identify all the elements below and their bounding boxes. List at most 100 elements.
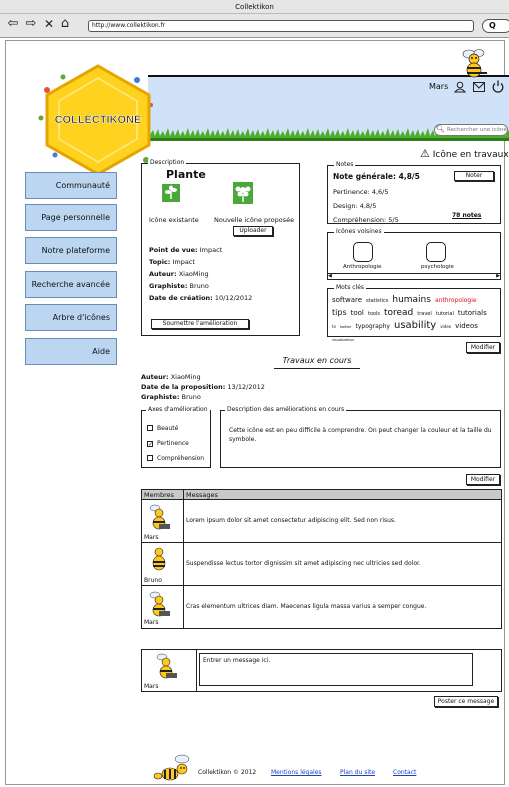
keyword-tag[interactable]: tutorial xyxy=(436,308,454,320)
power-icon[interactable] xyxy=(492,80,504,93)
bee-avatar-icon xyxy=(156,653,177,679)
mail-icon[interactable] xyxy=(473,82,485,92)
desc-legend: Description des améliorations en cours xyxy=(225,406,347,414)
keyword-tag[interactable]: tips xyxy=(332,307,347,319)
keyword-tag[interactable]: videos xyxy=(455,320,478,332)
neighbors-legend: Icônes voisines xyxy=(334,228,384,236)
tag-cloud: software statistics humains anthropologie ti… xyxy=(332,294,498,346)
browser-search-field[interactable]: Q xyxy=(482,19,509,33)
notes-legend: Notes xyxy=(334,161,356,169)
horizontal-scrollbar[interactable]: ◀ ▶ xyxy=(328,273,500,279)
proposal-graphist: Graphiste: Bruno xyxy=(141,393,201,401)
message-text: Lorem ipsum dolor sit amet consectetur a… xyxy=(186,517,396,524)
url-bar[interactable]: http://www.collektikon.fr xyxy=(88,20,474,32)
keyword-tag[interactable]: tv xyxy=(332,321,336,333)
keyword-tag[interactable]: software xyxy=(332,294,362,306)
keyword-tag[interactable]: twitter xyxy=(340,321,352,333)
messages-table: Membres Messages Mars Lorem ipsum dolor … xyxy=(141,489,502,629)
member-name[interactable]: Mars xyxy=(144,534,158,541)
modify-proposal-button[interactable]: Modifier xyxy=(466,474,500,485)
description-legend: Description xyxy=(148,159,187,167)
sidebar-item-aide[interactable]: Aide xyxy=(25,338,117,365)
description-fields: Point de vue: Impact Topic: Impact Auteu… xyxy=(149,244,252,304)
keywords-panel: Mots clés software statistics humains anthr… xyxy=(327,284,501,342)
member-name[interactable]: Bruno xyxy=(144,577,162,584)
message-input[interactable]: Entrer un message ici. xyxy=(199,653,473,686)
keyword-tag[interactable]: tool xyxy=(351,307,364,319)
checkbox-comprehension[interactable] xyxy=(147,455,153,461)
upload-button[interactable]: Uploader xyxy=(233,226,273,236)
work-in-progress-title: Travaux en cours xyxy=(274,356,360,369)
existing-plant-icon xyxy=(162,184,180,202)
user-icon[interactable] xyxy=(454,81,466,93)
warning-icon: ⚠ xyxy=(420,147,430,160)
sidebar-item-recherche-avancee[interactable]: Recherche avancée xyxy=(25,271,117,298)
checkbox-beaute[interactable] xyxy=(147,425,153,431)
bee-avatar-icon xyxy=(149,504,170,530)
forward-arrow-icon[interactable]: ⇨ xyxy=(24,17,38,31)
checkbox-pertinence[interactable]: ✓ xyxy=(147,441,153,448)
ratings-count-link[interactable]: 78 notes xyxy=(452,212,481,219)
neighbor-icon-anthropologie[interactable] xyxy=(353,242,373,262)
field-point-de-vue: Point de vue: Impact xyxy=(149,246,223,254)
existing-icon-label: Icône existante xyxy=(149,216,199,224)
neighbor-label-psychologie: psychologie xyxy=(421,264,454,270)
window-title: Collektikon xyxy=(0,0,509,14)
user-name[interactable]: Mars xyxy=(429,82,448,91)
footer-link-legal[interactable]: Mentions légales xyxy=(271,769,322,776)
keyword-tag[interactable]: tools xyxy=(368,308,380,320)
keyword-tag[interactable]: toread xyxy=(384,307,413,319)
footer-link-contact[interactable]: Contact xyxy=(393,769,416,776)
axis-pertinence[interactable]: ✓ Pertinence xyxy=(147,436,204,451)
sidebar-item-arbre-icones[interactable]: Arbre d'icônes xyxy=(25,304,117,331)
post-message-button[interactable]: Poster ce message xyxy=(434,696,498,707)
scroll-left-icon[interactable]: ◀ xyxy=(328,273,332,279)
table-header: Membres Messages xyxy=(142,490,501,500)
axes-list: Beauté ✓ Pertinence Compréhension xyxy=(147,421,204,466)
compose-member-name: Mars xyxy=(144,683,159,690)
keyword-tag[interactable]: humains xyxy=(392,294,431,306)
keyword-tag[interactable]: typography xyxy=(355,321,390,333)
proposed-icon-label: Nouvelle icône proposée xyxy=(214,216,295,224)
proposal-date: Date de la proposition: 13/12/2012 xyxy=(141,383,265,391)
axis-beaute[interactable]: Beauté xyxy=(147,421,204,436)
keyword-tag[interactable]: visualization xyxy=(332,334,354,346)
sidebar-item-plateforme[interactable]: Notre plateforme xyxy=(25,237,117,264)
bee-avatar-icon xyxy=(152,547,166,571)
home-icon[interactable]: ⌂ xyxy=(58,17,72,31)
keyword-tag[interactable]: tutorials xyxy=(458,307,487,319)
bee-mascot-icon xyxy=(462,49,487,78)
member-name[interactable]: Mars xyxy=(144,619,158,626)
column-messages: Messages xyxy=(186,491,218,499)
rating-design: Design: 4,8/5 xyxy=(333,202,377,210)
table-row: Mars Cras elementum ultrices diam. Maece… xyxy=(142,587,501,628)
axis-comprehension[interactable]: Compréhension xyxy=(147,451,204,466)
modify-description-button[interactable]: Modifier xyxy=(466,342,500,353)
proposal-meta: Auteur: XiaoMing Date de la proposition:… xyxy=(141,372,265,402)
improvement-axes-panel: Axes d'amélioration Beauté ✓ Pertinence C… xyxy=(141,406,211,468)
axes-legend: Axes d'amélioration xyxy=(146,406,210,414)
submit-improvement-button[interactable]: Soumettre l'amélioration xyxy=(151,319,249,329)
back-arrow-icon[interactable]: ⇦ xyxy=(6,17,20,31)
sidebar-item-page-personnelle[interactable]: Page personnelle xyxy=(25,204,117,231)
keywords-legend: Mots clés xyxy=(334,284,367,292)
keyword-tag[interactable]: anthropologie xyxy=(435,295,477,307)
sidebar-item-communaute[interactable]: Communauté xyxy=(25,172,117,199)
close-icon[interactable]: ✕ xyxy=(42,17,56,31)
keyword-tag[interactable]: statistics xyxy=(366,295,388,307)
compose-box: Mars Entrer un message ici. xyxy=(141,649,502,692)
collectikone-logo[interactable]: COLLECTIKONE xyxy=(33,60,163,180)
bee-footer-icon xyxy=(153,754,190,781)
rate-button[interactable]: Noter xyxy=(454,171,494,181)
field-topic: Topic: Impact xyxy=(149,258,195,266)
site-search-input[interactable]: Rechercher une icône xyxy=(434,124,508,136)
icon-title: Plante xyxy=(166,168,206,181)
keyword-tag[interactable]: video xyxy=(440,321,451,333)
keyword-tag[interactable]: usability xyxy=(394,320,436,332)
keyword-tag[interactable]: travel xyxy=(417,308,432,320)
proposed-plant-icon xyxy=(233,182,253,204)
scroll-right-icon[interactable]: ▶ xyxy=(496,273,500,279)
neighbor-icon-psychologie[interactable] xyxy=(426,242,446,262)
message-text: Cras elementum ultrices diam. Maecenas l… xyxy=(186,603,427,610)
footer-link-sitemap[interactable]: Plan du site xyxy=(340,769,375,776)
